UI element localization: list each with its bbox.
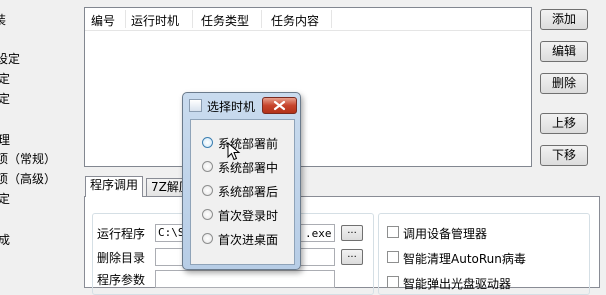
delete-dir-label: 删除目录	[97, 251, 146, 265]
edit-button[interactable]: 编辑	[540, 41, 588, 62]
dialog-body: 系统部署前 系统部署中 系统部署后 首次登录时 首次进桌面	[190, 119, 295, 265]
option-first-desktop[interactable]: 首次进桌面	[218, 231, 278, 248]
tab-program-call[interactable]: 程序调用	[85, 176, 144, 197]
tree-item[interactable]: 理	[0, 133, 10, 147]
radio-after-deploy[interactable]	[202, 185, 213, 196]
task-list[interactable]: 编号 运行时机 任务类型 任务内容	[84, 7, 532, 167]
column-header-task-content[interactable]: 任务内容	[271, 12, 319, 29]
column-header-run-time[interactable]: 运行时机	[131, 12, 179, 29]
move-down-button[interactable]: 下移	[540, 145, 588, 166]
eject-drive-label[interactable]: 智能弹出光盘驱动器	[403, 275, 511, 292]
tree-item[interactable]: 设定	[0, 52, 20, 66]
tree-item[interactable]: 定	[0, 92, 10, 106]
column-divider[interactable]	[125, 10, 126, 28]
autorun-clean-label[interactable]: 智能清理AutoRun病毒	[403, 250, 526, 267]
dialog-title: 选择时机	[207, 100, 256, 114]
select-timing-dialog[interactable]: 选择时机 系统部署前 系统部署中 系统部署后 首次登录时 首次进桌面	[182, 92, 301, 270]
params-label: 程序参数	[97, 273, 146, 287]
close-icon	[273, 100, 286, 111]
delete-button[interactable]: 删除	[540, 73, 588, 94]
option-first-login[interactable]: 首次登录时	[218, 207, 278, 224]
tree-item[interactable]: 项（高级）	[0, 172, 56, 186]
browse-dir-button[interactable]: ...	[341, 249, 363, 265]
radio-before-deploy[interactable]	[202, 137, 213, 148]
eject-drive-checkbox[interactable]	[387, 276, 399, 288]
tree-item[interactable]: 装	[0, 13, 6, 27]
autorun-clean-checkbox[interactable]	[387, 251, 399, 263]
params-input[interactable]	[155, 270, 335, 288]
browse-program-button[interactable]: ...	[341, 225, 363, 241]
radio-during-deploy[interactable]	[202, 161, 213, 172]
tree-item[interactable]: 定	[0, 72, 10, 86]
column-header-id[interactable]: 编号	[91, 12, 115, 29]
column-divider[interactable]	[331, 10, 332, 28]
column-header-task-type[interactable]: 任务类型	[201, 12, 249, 29]
column-divider[interactable]	[192, 10, 193, 28]
tab-panel: 运行程序 C:\S .exe ... 删除目录 ... 程序参数 调用设备管理器…	[84, 196, 600, 295]
device-manager-checkbox[interactable]	[387, 226, 399, 238]
mouse-cursor-icon	[227, 142, 241, 161]
run-program-label: 运行程序	[97, 227, 146, 241]
window-icon	[189, 99, 202, 112]
option-after-deploy[interactable]: 系统部署后	[218, 183, 278, 200]
tree-item[interactable]: 成	[0, 233, 10, 247]
task-list-header: 编号 运行时机 任务类型 任务内容	[85, 8, 531, 31]
device-manager-label[interactable]: 调用设备管理器	[403, 225, 487, 242]
run-program-ext: .exe	[305, 227, 332, 240]
column-divider[interactable]	[261, 10, 262, 28]
radio-first-desktop[interactable]	[202, 233, 213, 244]
move-up-button[interactable]: 上移	[540, 113, 588, 134]
radio-first-login[interactable]	[202, 209, 213, 220]
tree-item[interactable]: 定	[0, 192, 10, 206]
add-button[interactable]: 添加	[540, 9, 588, 30]
left-tree: 装 设定 定 定 理 项（常规） 项（高级） 定 成	[0, 0, 80, 279]
tree-item[interactable]: 项（常规）	[0, 152, 56, 166]
close-button[interactable]	[262, 97, 297, 114]
